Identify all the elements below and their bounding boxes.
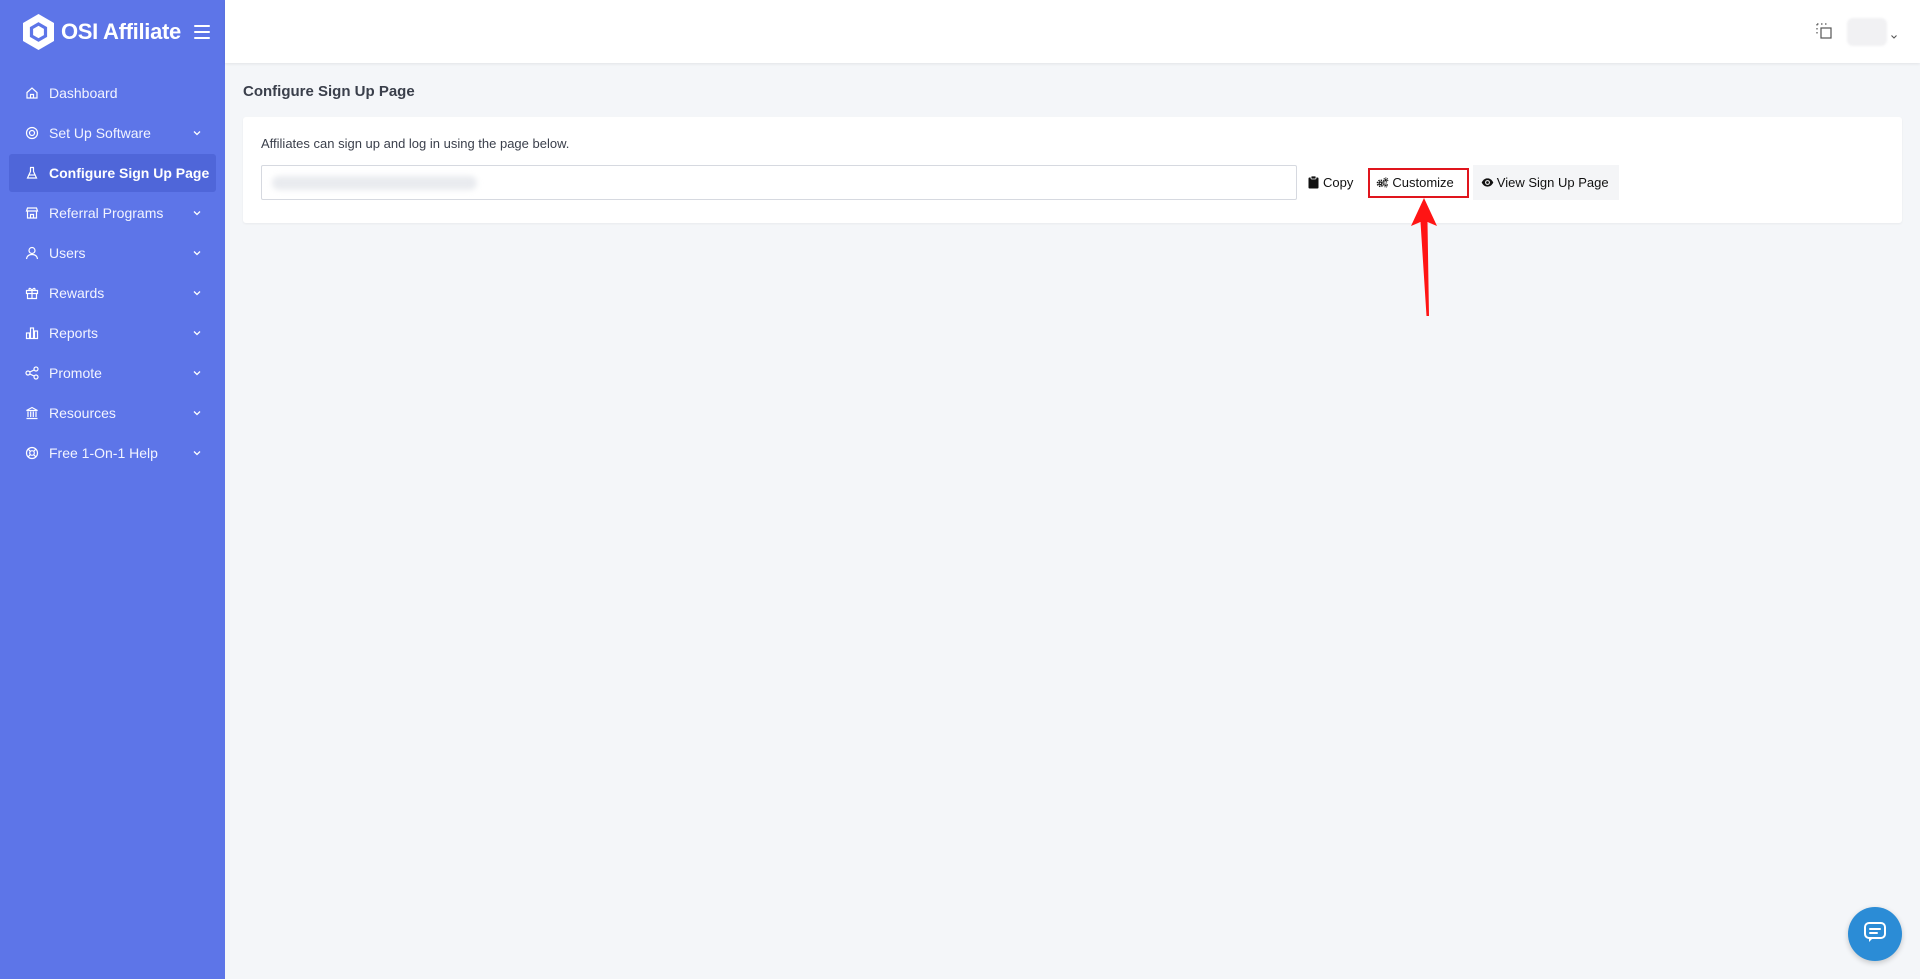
chevron-down-icon [192, 408, 202, 418]
chevron-down-icon [192, 368, 202, 378]
store-icon [25, 206, 39, 220]
chevron-down-icon [1890, 28, 1898, 39]
eye-icon [1481, 176, 1494, 189]
redacted-url [272, 176, 477, 190]
chevron-down-icon [192, 128, 202, 138]
chevron-down-icon [192, 248, 202, 258]
home-icon [25, 86, 39, 100]
gears-icon [1376, 176, 1389, 189]
sidebar-item-free-help[interactable]: Free 1-On-1 Help [9, 434, 216, 472]
sidebar-item-reports[interactable]: Reports [9, 314, 216, 352]
user-menu[interactable] [1847, 18, 1898, 46]
chevron-down-icon [192, 328, 202, 338]
sidebar: OSI Affiliate Dashboard Set Up Software [0, 0, 225, 979]
flask-icon [25, 166, 39, 180]
sidebar-item-label: Promote [49, 365, 102, 381]
customize-button-label: Customize [1392, 175, 1454, 190]
copy-button[interactable]: Copy [1297, 165, 1363, 200]
share-icon [25, 366, 39, 380]
sidebar-nav: Dashboard Set Up Software Configure Sign… [0, 74, 225, 472]
brand-name: OSI Affiliate [61, 19, 181, 44]
bank-icon [25, 406, 39, 420]
view-button-label: View Sign Up Page [1496, 175, 1609, 190]
target-icon [25, 126, 39, 140]
sidebar-item-set-up-software[interactable]: Set Up Software [9, 114, 216, 152]
customize-button[interactable]: Customize [1368, 167, 1469, 198]
sidebar-item-label: Free 1-On-1 Help [49, 445, 158, 461]
chevron-down-icon [192, 288, 202, 298]
topbar [225, 0, 1920, 63]
sidebar-item-resources[interactable]: Resources [9, 394, 216, 432]
sidebar-item-label: Resources [49, 405, 116, 421]
sidebar-item-label: Configure Sign Up Page [49, 165, 210, 181]
main-content: Configure Sign Up Page Affiliates can si… [225, 63, 1920, 979]
copy-button-label: Copy [1323, 175, 1354, 190]
sidebar-item-label: Rewards [49, 285, 105, 301]
sidebar-item-configure-sign-up-page[interactable]: Configure Sign Up Page [9, 154, 216, 192]
fullscreen-toggle-icon[interactable] [1815, 22, 1833, 40]
page-title: Configure Sign Up Page [243, 83, 415, 100]
sidebar-item-users[interactable]: Users [9, 234, 216, 272]
sidebar-item-rewards[interactable]: Rewards [9, 274, 216, 312]
lifebuoy-icon [25, 446, 39, 460]
chevron-down-icon [192, 208, 202, 218]
chat-launcher-button[interactable] [1848, 907, 1902, 961]
signup-link-card: Affiliates can sign up and log in using … [243, 117, 1902, 223]
bar-chart-icon [25, 326, 39, 340]
sidebar-item-label: Users [49, 245, 86, 261]
signup-url-input[interactable] [261, 165, 1297, 200]
avatar[interactable] [1847, 18, 1887, 46]
app-root: OSI Affiliate Dashboard Set Up Software [0, 0, 1920, 979]
sidebar-item-dashboard[interactable]: Dashboard [9, 74, 216, 112]
clipboard-icon [1307, 176, 1320, 189]
brand: OSI Affiliate [0, 0, 225, 64]
sidebar-item-label: Dashboard [49, 85, 118, 101]
hamburger-menu-icon[interactable] [193, 25, 210, 39]
card-description: Affiliates can sign up and log in using … [261, 136, 570, 151]
sidebar-item-promote[interactable]: Promote [9, 354, 216, 392]
sidebar-item-label: Set Up Software [49, 125, 151, 141]
chat-bubble-icon [1863, 921, 1887, 948]
gift-icon [25, 286, 39, 300]
view-sign-up-page-button[interactable]: View Sign Up Page [1472, 165, 1619, 200]
user-icon [25, 246, 39, 260]
sidebar-item-referral-programs[interactable]: Referral Programs [9, 194, 216, 232]
sidebar-item-label: Reports [49, 325, 99, 341]
chevron-down-icon [192, 448, 202, 458]
signup-link-row: Copy Customize View Sign Up Page [261, 165, 1884, 200]
sidebar-item-label: Referral Programs [49, 205, 164, 221]
hexagon-logo-icon [21, 13, 56, 51]
